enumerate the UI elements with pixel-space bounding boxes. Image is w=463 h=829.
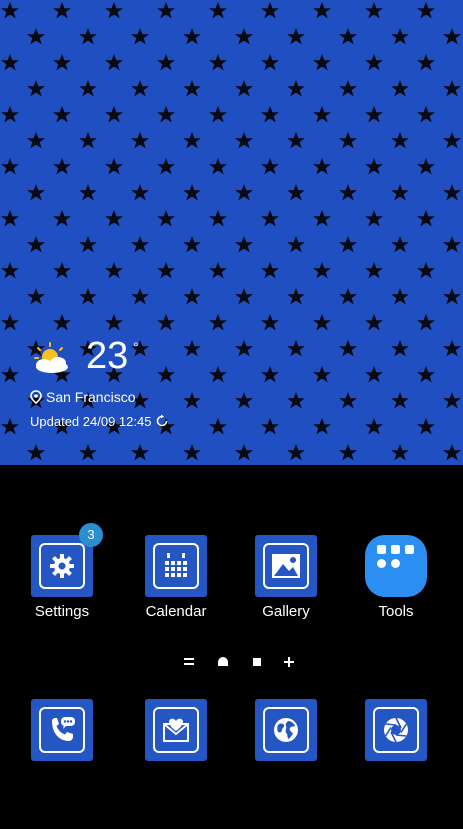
partly-sunny-icon	[34, 342, 68, 373]
app-label: Settings	[34, 603, 90, 620]
tools-folder-icon[interactable]	[365, 535, 427, 597]
dock-browser[interactable]	[255, 699, 317, 761]
dock-phone[interactable]	[31, 699, 93, 761]
add-page-icon[interactable]	[282, 655, 296, 669]
app-settings[interactable]: 3 Settings	[17, 523, 107, 620]
page-dot-icon[interactable]	[250, 655, 264, 669]
camera-aperture-icon	[373, 707, 419, 753]
settings-app-icon[interactable]: 3	[31, 523, 103, 597]
updated-label: Updated 24/09 12:45	[30, 413, 152, 429]
refresh-icon[interactable]	[155, 414, 169, 428]
page-indicator[interactable]	[178, 655, 298, 671]
gallery-app-icon[interactable]	[255, 535, 317, 597]
location-pin-icon	[30, 390, 42, 404]
calendar-icon	[153, 543, 199, 589]
home-page-icon[interactable]	[216, 655, 230, 669]
menu-icon[interactable]	[182, 655, 196, 669]
temperature-unit: °	[133, 339, 139, 355]
phone-icon	[39, 707, 85, 753]
app-tools-folder[interactable]: Tools	[351, 535, 441, 620]
picture-icon	[263, 543, 309, 589]
app-label: Calendar	[145, 603, 207, 620]
location-row: San Francisco	[30, 388, 135, 406]
calendar-app-icon[interactable]	[145, 535, 207, 597]
dock-mail[interactable]	[145, 699, 207, 761]
dock-camera[interactable]	[365, 699, 427, 761]
notification-badge: 3	[79, 523, 103, 547]
globe-icon	[263, 707, 309, 753]
gear-icon	[39, 543, 85, 589]
mail-icon	[153, 707, 199, 753]
app-calendar[interactable]: Calendar	[131, 535, 221, 620]
app-label: Tools	[378, 603, 414, 620]
app-label: Gallery	[262, 603, 310, 620]
weather-widget[interactable]: 23 ° San Francisco Updated 24/09 12:45	[30, 335, 230, 436]
updated-row: Updated 24/09 12:45	[30, 412, 169, 430]
folder-preview-icons	[377, 545, 414, 568]
location-label: San Francisco	[46, 389, 136, 405]
temperature: 23	[86, 335, 129, 377]
app-gallery[interactable]: Gallery	[241, 535, 331, 620]
